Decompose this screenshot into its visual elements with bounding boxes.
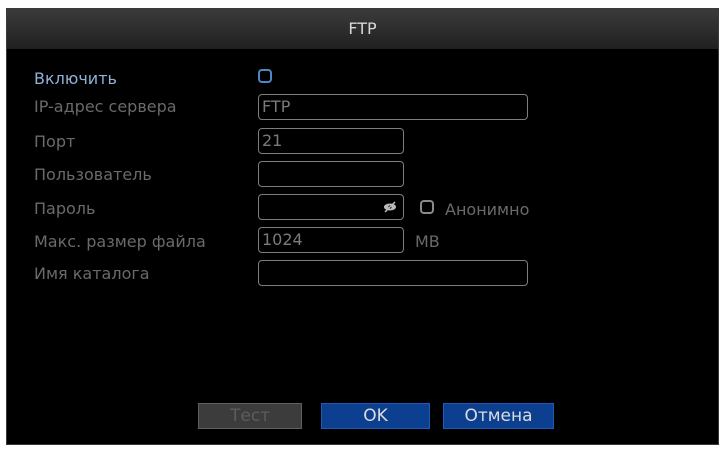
eye-icon[interactable] [383, 200, 397, 214]
maxsize-label: Макс. размер файла [34, 232, 206, 251]
test-button[interactable]: Тест [198, 403, 302, 429]
server-label: IP-адрес сервера [34, 97, 177, 116]
user-field[interactable] [258, 161, 404, 187]
server-field[interactable]: FTP [258, 94, 528, 120]
cancel-button[interactable]: Отмена [443, 403, 554, 429]
anonymous-checkbox[interactable] [420, 200, 434, 214]
dialog-title: FTP [7, 9, 718, 49]
ok-button[interactable]: OK [321, 403, 430, 429]
port-field[interactable]: 21 [258, 128, 404, 154]
enable-label: Включить [34, 69, 117, 88]
eye-icon-svg [384, 201, 396, 213]
password-label: Пароль [34, 199, 96, 218]
ftp-dialog: FTP Включить IP-адрес сервера FTP Порт 2… [6, 8, 719, 445]
dirname-label: Имя каталога [34, 264, 150, 283]
enable-checkbox[interactable] [258, 69, 272, 83]
password-field[interactable] [258, 194, 404, 220]
dirname-field[interactable] [258, 260, 528, 286]
port-label: Порт [34, 132, 76, 151]
maxsize-field[interactable]: 1024 [258, 227, 404, 253]
maxsize-unit: MB [415, 232, 440, 251]
user-label: Пользователь [34, 165, 152, 184]
anonymous-label: Анонимно [445, 200, 530, 219]
